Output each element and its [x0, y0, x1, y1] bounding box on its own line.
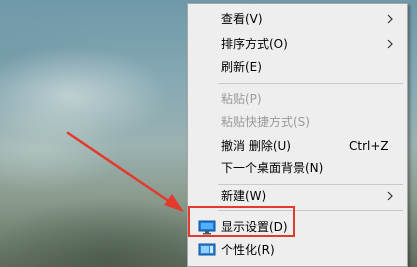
chevron-right-icon: [387, 14, 393, 24]
menu-item-view[interactable]: 查看(V): [188, 8, 407, 30]
menu-item-paste-shortcut[interactable]: 粘贴快捷方式(S): [188, 111, 407, 133]
menu-item-label: 个性化(R): [221, 243, 275, 257]
menu-item-personalize[interactable]: 个性化(R): [188, 239, 407, 261]
highlight-box: [188, 206, 295, 237]
menu-item-label: 粘贴快捷方式(S): [221, 115, 310, 129]
menu-item-label: 新建(W): [221, 189, 267, 203]
menu-item-sort-by[interactable]: 排序方式(O): [188, 33, 407, 55]
chevron-right-icon: [387, 39, 393, 49]
menu-item-new[interactable]: 新建(W): [188, 185, 407, 207]
menu-item-label: 下一个桌面背景(N): [221, 161, 324, 175]
menu-item-undo-delete[interactable]: 撤消 删除(U) Ctrl+Z: [188, 135, 407, 157]
menu-item-label: 排序方式(O): [221, 37, 288, 51]
menu-item-paste[interactable]: 粘贴(P): [188, 88, 407, 110]
menu-item-label: 撤消 删除(U): [221, 139, 291, 153]
menu-separator: [218, 83, 403, 84]
personalize-icon: [198, 243, 216, 256]
menu-item-shortcut: Ctrl+Z: [349, 139, 389, 153]
menu-item-label: 刷新(E): [221, 60, 262, 74]
chevron-right-icon: [387, 191, 393, 201]
menu-item-next-desktop-background[interactable]: 下一个桌面背景(N): [188, 157, 407, 179]
menu-item-label: 粘贴(P): [221, 92, 262, 106]
menu-item-label: 查看(V): [221, 12, 263, 26]
menu-item-refresh[interactable]: 刷新(E): [188, 56, 407, 78]
